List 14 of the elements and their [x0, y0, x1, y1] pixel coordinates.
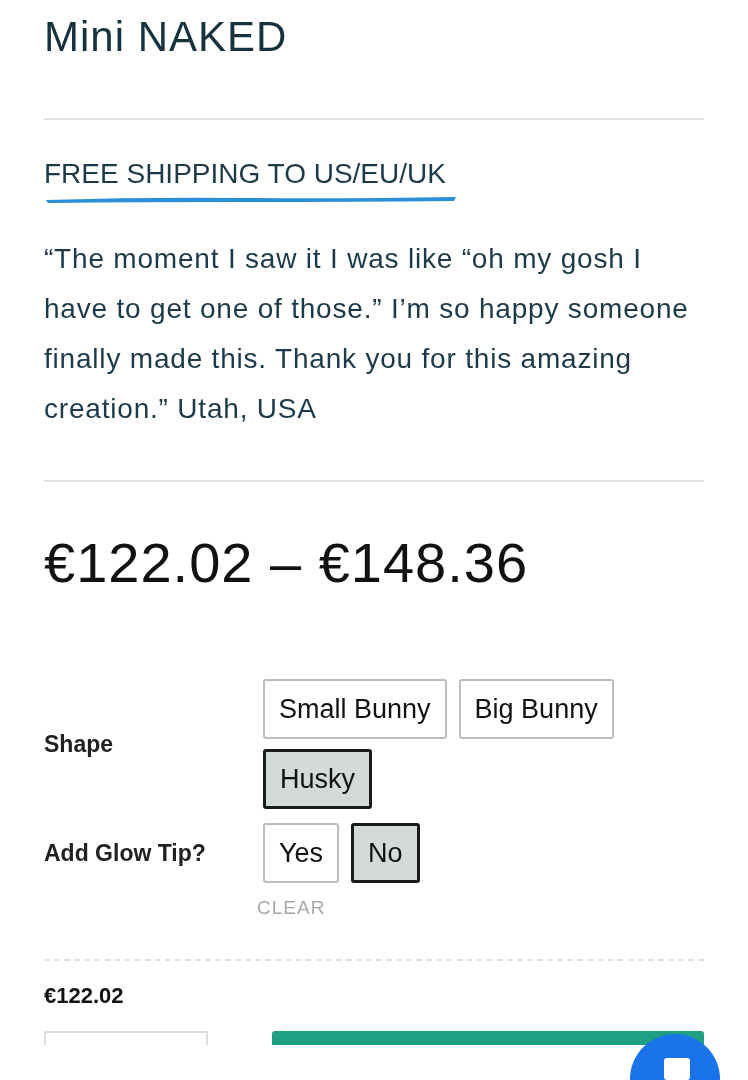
option-choice[interactable]: Small Bunny: [263, 679, 447, 739]
product-title: Mini NAKED: [44, 12, 289, 62]
option-choice[interactable]: Big Bunny: [458, 679, 614, 739]
chat-icon: [664, 1058, 690, 1080]
option-label: Shape: [44, 730, 115, 758]
quantity-field[interactable]: [44, 1031, 208, 1045]
shipping-heading: FREE SHIPPING TO US/EU/UK: [44, 158, 446, 190]
price-range: €122.02 – €148.36: [44, 530, 530, 595]
variant-price: €122.02: [44, 983, 125, 1009]
option-label: Add Glow Tip?: [44, 839, 207, 867]
testimonial: “The moment I saw it I was like “oh my gosh I have to get one of those.” I’m so happy someone finally made this. Thank you for this amazing creation.” Utah, USA: [44, 242, 690, 426]
option-choice[interactable]: No: [351, 823, 420, 883]
option-choice[interactable]: Yes: [263, 823, 340, 883]
option-choice[interactable]: Husky: [263, 749, 372, 809]
